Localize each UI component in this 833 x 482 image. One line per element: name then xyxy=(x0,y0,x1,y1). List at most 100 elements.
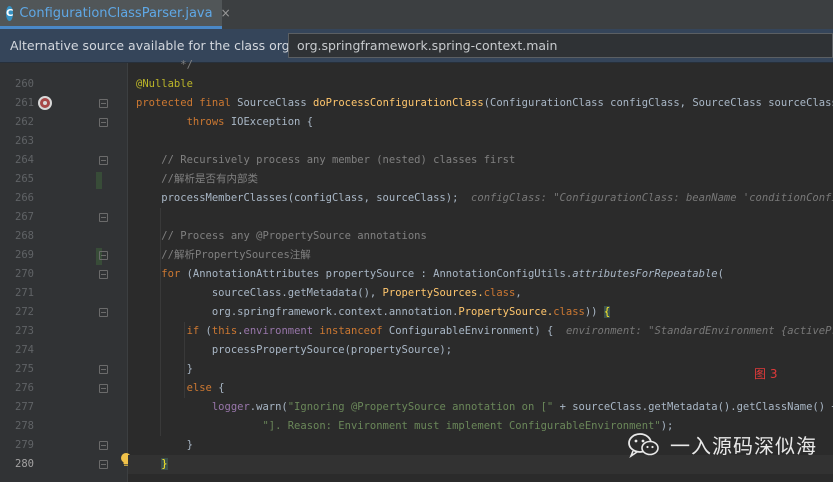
code-token: } xyxy=(136,439,193,451)
code-token: PropertySource. xyxy=(458,306,554,318)
line-number[interactable]: 280 xyxy=(2,455,34,474)
line-number[interactable]: 267 xyxy=(2,208,34,227)
code-line: 275 } xyxy=(0,360,833,379)
line-number[interactable]: 264 xyxy=(2,151,34,170)
code-token: @Nullable xyxy=(136,78,193,90)
code-text[interactable]: org.springframework.context.annotation.P… xyxy=(136,303,611,322)
fold-marker-icon[interactable] xyxy=(99,308,108,317)
line-number[interactable]: 261 xyxy=(2,94,34,113)
code-token: final xyxy=(199,97,231,109)
code-line: 267 xyxy=(0,208,833,227)
vcs-change-marker[interactable] xyxy=(96,172,102,189)
line-number[interactable]: 262 xyxy=(2,113,34,132)
code-text[interactable]: //解析是否有内部类 xyxy=(136,170,258,189)
line-number[interactable]: 265 xyxy=(2,170,34,189)
code-text[interactable]: logger.warn("Ignoring @PropertySource an… xyxy=(136,398,833,417)
code-token: } xyxy=(161,458,168,470)
code-token: SourceClass xyxy=(230,97,314,109)
line-number[interactable]: 260 xyxy=(2,75,34,94)
code-line: 270 for (AnnotationAttributes propertySo… xyxy=(0,265,833,284)
fold-marker-icon[interactable] xyxy=(99,365,108,374)
code-line: 268 // Process any @PropertySource annot… xyxy=(0,227,833,246)
code-text[interactable]: else { xyxy=(136,379,225,398)
code-token: .warn( xyxy=(249,401,288,413)
code-text[interactable]: protected final SourceClass doProcessCon… xyxy=(136,94,833,113)
code-token: { xyxy=(603,306,611,318)
tab-label: ConfigurationClassParser.java xyxy=(19,5,213,21)
fold-marker-icon[interactable] xyxy=(99,156,108,165)
line-number[interactable]: 266 xyxy=(2,189,34,208)
code-text[interactable]: @Nullable xyxy=(136,75,193,94)
code-text[interactable]: } xyxy=(136,436,193,455)
code-line: 266 processMemberClasses(configClass, so… xyxy=(0,189,833,208)
code-text[interactable]: "]. Reason: Environment must implement C… xyxy=(136,417,673,436)
code-text[interactable]: // Recursively process any member (neste… xyxy=(136,151,515,170)
code-text[interactable]: */ xyxy=(136,56,193,75)
code-line: 269 //解析PropertySources注解 xyxy=(0,246,833,265)
code-token: for xyxy=(161,268,181,280)
code-token: IOException { xyxy=(224,116,314,128)
line-number[interactable]: 269 xyxy=(2,246,34,265)
code-token: ConfigurableEnvironment) { xyxy=(382,325,566,337)
line-number[interactable]: 268 xyxy=(2,227,34,246)
line-number[interactable]: 271 xyxy=(2,284,34,303)
code-line: 276 else { xyxy=(0,379,833,398)
fold-marker-icon[interactable] xyxy=(99,441,108,450)
source-select-value: org.springframework.spring-context.main xyxy=(297,38,558,53)
code-text[interactable]: sourceClass.getMetadata(), PropertySourc… xyxy=(136,284,522,303)
tab-configurationclassparser[interactable]: C ConfigurationClassParser.java × xyxy=(0,0,231,29)
line-number[interactable]: 272 xyxy=(2,303,34,322)
fold-marker-icon[interactable] xyxy=(99,460,108,469)
code-text[interactable]: throws IOException { xyxy=(136,113,313,132)
fold-marker-icon[interactable] xyxy=(99,270,108,279)
code-text[interactable]: //解析PropertySources注解 xyxy=(136,246,311,265)
source-select[interactable]: org.springframework.spring-context.main xyxy=(288,33,833,58)
code-token: ( xyxy=(199,325,212,337)
line-number[interactable]: 274 xyxy=(2,341,34,360)
code-token: environment xyxy=(243,325,314,337)
code-text[interactable]: } xyxy=(136,455,168,474)
code-token: )) xyxy=(584,306,604,318)
code-line: */ xyxy=(0,56,833,75)
close-icon[interactable]: × xyxy=(221,6,231,20)
editor-tab-bar: C ConfigurationClassParser.java × xyxy=(0,0,833,30)
code-text[interactable]: // Process any @PropertySource annotatio… xyxy=(136,227,427,246)
code-text[interactable]: processPropertySource(propertySource); xyxy=(136,341,452,360)
line-number[interactable]: 277 xyxy=(2,398,34,417)
line-number[interactable]: 279 xyxy=(2,436,34,455)
code-text[interactable]: for (AnnotationAttributes propertySource… xyxy=(136,265,724,284)
line-number[interactable]: 278 xyxy=(2,417,34,436)
fold-marker-icon[interactable] xyxy=(99,384,108,393)
fold-marker-icon[interactable] xyxy=(99,99,108,108)
line-number[interactable]: 276 xyxy=(2,379,34,398)
line-number[interactable]: 263 xyxy=(2,132,34,151)
fold-marker-icon[interactable] xyxy=(99,213,108,222)
code-token: configClass: "ConfigurationClass: beanNa… xyxy=(471,192,833,204)
code-text[interactable]: if (this.environment instanceof Configur… xyxy=(136,322,833,341)
code-token: //解析PropertySources注解 xyxy=(161,249,311,261)
code-token: , xyxy=(515,287,522,299)
code-line: 274 processPropertySource(propertySource… xyxy=(0,341,833,360)
fold-marker-icon[interactable] xyxy=(99,251,108,260)
code-token: class xyxy=(553,306,585,318)
code-text[interactable]: processMemberClasses(configClass, source… xyxy=(136,189,833,208)
wechat-icon xyxy=(628,432,659,458)
line-number[interactable]: 270 xyxy=(2,265,34,284)
watermark-text: 一入源码深似海 xyxy=(670,434,817,458)
code-token: "Ignoring @PropertySource annotation on … xyxy=(287,401,554,413)
code-token: { xyxy=(211,382,225,394)
line-number[interactable]: 275 xyxy=(2,360,34,379)
code-text[interactable]: } xyxy=(136,360,193,379)
code-line: 260 @Nullable xyxy=(0,75,833,94)
line-number[interactable]: 273 xyxy=(2,322,34,341)
code-token: //解析是否有内部类 xyxy=(161,173,258,185)
fold-marker-icon[interactable] xyxy=(99,118,108,127)
